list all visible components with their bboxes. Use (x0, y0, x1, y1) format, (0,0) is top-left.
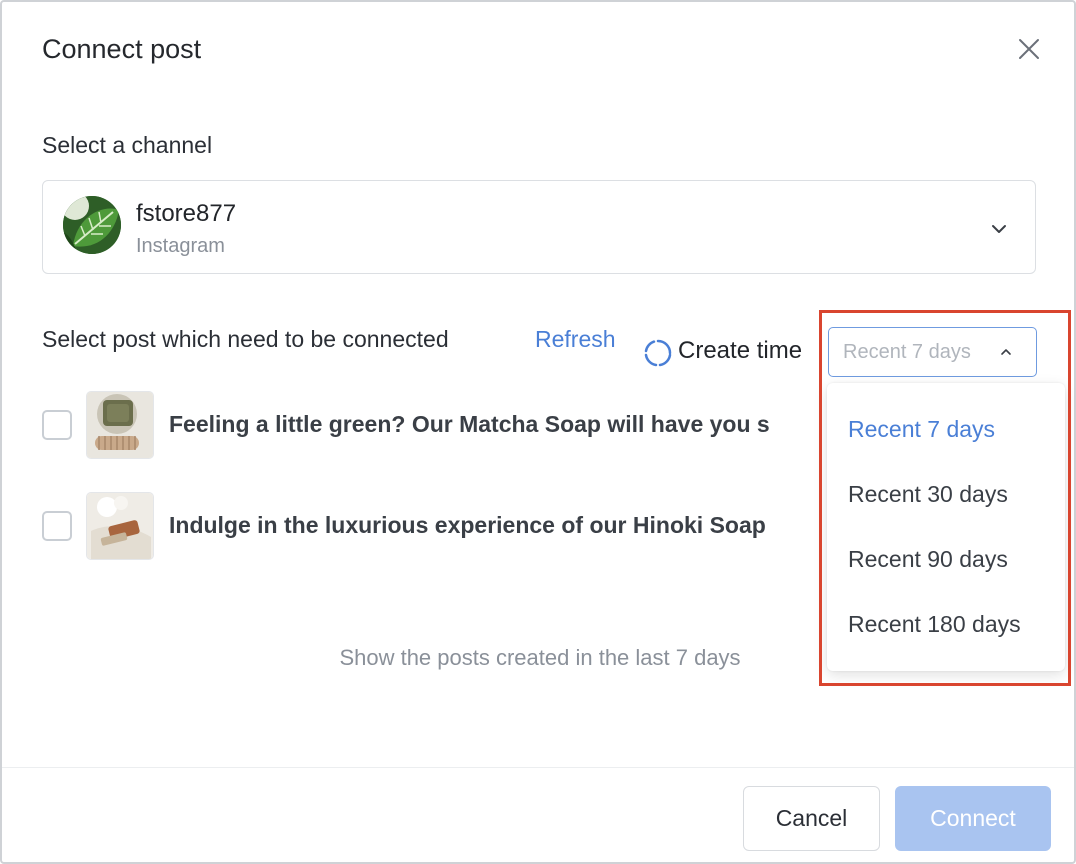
post-thumbnail (86, 492, 154, 560)
option-recent-30-days[interactable]: Recent 30 days (827, 464, 1065, 524)
post-text: Feeling a little green? Our Matcha Soap … (169, 411, 770, 437)
chevron-up-icon (1001, 349, 1011, 355)
time-select-value: Recent 7 days (843, 341, 971, 363)
channel-platform: Instagram (136, 235, 225, 257)
avatar (63, 196, 121, 254)
create-time-label: Create time (678, 337, 803, 364)
post-checkbox[interactable] (42, 410, 72, 440)
soap-thumbnail-icon (87, 392, 153, 458)
loading-spinner-icon (644, 339, 672, 367)
footer-divider (2, 767, 1074, 768)
refresh-link[interactable]: Refresh (535, 326, 616, 353)
soap-thumbnail-icon (87, 493, 153, 559)
close-icon (1019, 39, 1039, 59)
option-recent-7-days[interactable]: Recent 7 days (827, 399, 1065, 459)
dialog-title: Connect post (42, 34, 202, 64)
channel-name: fstore877 (136, 200, 237, 227)
chevron-down-icon (992, 225, 1006, 233)
leaf-avatar-icon (63, 196, 121, 254)
create-time-select[interactable]: Recent 7 days (828, 327, 1037, 377)
post-section-label: Select post which need to be connected (42, 326, 449, 352)
connect-button[interactable]: Connect (895, 786, 1051, 851)
post-thumbnail (86, 391, 154, 459)
option-recent-90-days[interactable]: Recent 90 days (827, 529, 1065, 589)
cancel-button[interactable]: Cancel (743, 786, 880, 851)
post-row[interactable]: Indulge in the luxurious experience of o… (42, 492, 842, 562)
post-row[interactable]: Feeling a little green? Our Matcha Soap … (42, 391, 842, 461)
close-button[interactable] (1012, 32, 1046, 66)
channel-section-label: Select a channel (42, 132, 213, 158)
create-time-dropdown: Recent 7 days Recent 30 days Recent 90 d… (827, 383, 1065, 671)
post-checkbox[interactable] (42, 511, 72, 541)
post-text: Indulge in the luxurious experience of o… (169, 512, 766, 538)
option-recent-180-days[interactable]: Recent 180 days (827, 594, 1065, 654)
channel-select[interactable]: fstore877 Instagram (42, 180, 1036, 274)
